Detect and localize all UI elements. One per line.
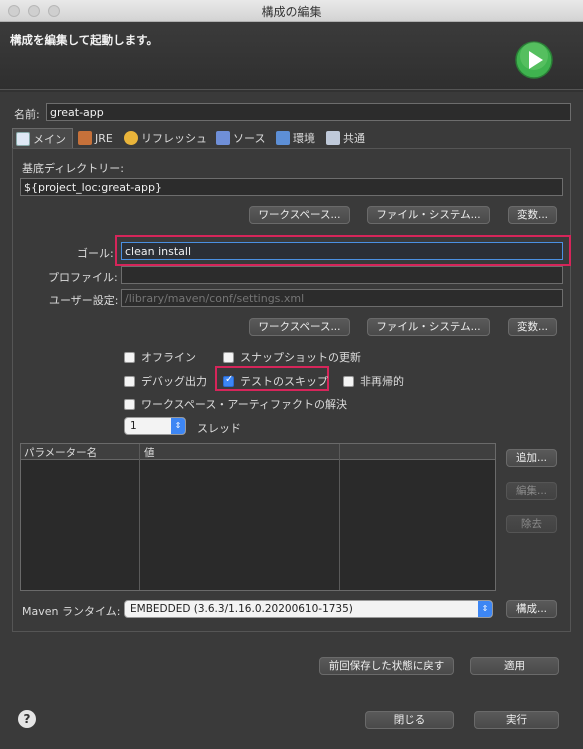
- close-button[interactable]: 閉じる: [365, 711, 454, 729]
- tab-label: メイン: [33, 132, 66, 146]
- base-dir-field[interactable]: [20, 178, 563, 196]
- remove-parameter-button[interactable]: 除去: [506, 515, 557, 533]
- settings-workspace-button[interactable]: ワークスペース...: [249, 318, 350, 336]
- tab-label: 環境: [293, 132, 315, 145]
- tab-label: JRE: [95, 131, 113, 145]
- help-icon[interactable]: ?: [18, 710, 36, 728]
- title-bar: 構成の編集: [0, 0, 583, 22]
- checkbox-box[interactable]: [124, 351, 135, 363]
- user-settings-field[interactable]: [121, 289, 563, 307]
- chevron-updown-icon: ⇕: [171, 418, 185, 434]
- checkbox-box[interactable]: [124, 398, 135, 410]
- common-icon: [326, 131, 340, 145]
- chevron-updown-icon: ⇕: [478, 601, 492, 617]
- debug-checkbox[interactable]: デバッグ出力: [124, 373, 207, 389]
- run-icon: [515, 41, 553, 79]
- base-workspace-button[interactable]: ワークスペース...: [249, 206, 350, 224]
- offline-checkbox[interactable]: オフライン: [124, 349, 196, 365]
- user-settings-label: ユーザー設定:: [49, 294, 119, 307]
- maven-runtime-label: Maven ランタイム:: [22, 605, 121, 618]
- jre-icon: [78, 131, 92, 145]
- checkbox-label: 非再帰的: [360, 375, 404, 388]
- banner-text: 構成を編集して起動します。: [10, 33, 159, 47]
- base-variables-button[interactable]: 変数...: [508, 206, 557, 224]
- profile-field[interactable]: [121, 266, 563, 284]
- tab-environment[interactable]: 環境: [276, 128, 315, 148]
- goal-label: ゴール:: [77, 247, 114, 260]
- settings-variables-button[interactable]: 変数...: [508, 318, 557, 336]
- settings-filesystem-button[interactable]: ファイル・システム...: [367, 318, 490, 336]
- main-tab-icon: [16, 131, 30, 146]
- checkbox-label: デバッグ出力: [141, 375, 207, 388]
- source-icon: [216, 131, 230, 145]
- base-dir-label: 基底ディレクトリー:: [22, 162, 124, 175]
- checkbox-label: テストのスキップ: [240, 375, 328, 388]
- threads-select[interactable]: 1 ⇕: [124, 417, 186, 435]
- revert-button[interactable]: 前回保存した状態に戻す: [319, 657, 454, 675]
- tab-strip: メイン JRE リフレッシュ ソース 環境 共通: [12, 128, 571, 148]
- checkbox-box[interactable]: [343, 375, 354, 387]
- name-label: 名前:: [14, 108, 40, 121]
- tab-refresh[interactable]: リフレッシュ: [124, 128, 207, 148]
- tab-main[interactable]: メイン: [12, 128, 73, 148]
- checkbox-label: スナップショットの更新: [240, 351, 361, 364]
- tab-source[interactable]: ソース: [216, 128, 265, 148]
- name-field[interactable]: [46, 103, 571, 121]
- column-header-value[interactable]: 値: [144, 445, 155, 460]
- environment-icon: [276, 131, 290, 145]
- parameters-table[interactable]: パラメーター名 値: [20, 443, 496, 591]
- base-filesystem-button[interactable]: ファイル・システム...: [367, 206, 490, 224]
- profile-label: プロファイル:: [48, 271, 118, 284]
- checkbox-box-checked[interactable]: [223, 374, 234, 387]
- non-recursive-checkbox[interactable]: 非再帰的: [343, 373, 404, 389]
- checkbox-label: ワークスペース・アーティファクトの解決: [141, 398, 348, 411]
- goal-field[interactable]: [121, 242, 563, 260]
- maven-runtime-value: EMBEDDED (3.6.3/1.16.0.20200610-1735): [130, 603, 353, 615]
- skip-tests-checkbox[interactable]: テストのスキップ: [223, 373, 328, 389]
- tab-common[interactable]: 共通: [326, 128, 365, 148]
- maven-runtime-select[interactable]: EMBEDDED (3.6.3/1.16.0.20200610-1735) ⇕: [124, 600, 493, 618]
- window-title: 構成の編集: [261, 5, 322, 19]
- refresh-icon: [124, 131, 138, 145]
- add-parameter-button[interactable]: 追加...: [506, 449, 557, 467]
- table-header: パラメーター名 値: [21, 444, 495, 460]
- edit-parameter-button[interactable]: 編集...: [506, 482, 557, 500]
- configure-runtime-button[interactable]: 構成...: [506, 600, 557, 618]
- tab-label: リフレッシュ: [141, 132, 207, 145]
- tab-jre[interactable]: JRE: [78, 128, 113, 148]
- resolve-workspace-checkbox[interactable]: ワークスペース・アーティファクトの解決: [124, 396, 347, 412]
- threads-label: スレッド: [197, 422, 241, 435]
- apply-button[interactable]: 適用: [470, 657, 559, 675]
- tab-label: ソース: [233, 132, 266, 145]
- run-button[interactable]: 実行: [474, 711, 559, 729]
- column-divider: [339, 444, 340, 590]
- threads-value: 1: [130, 420, 137, 432]
- update-snapshots-checkbox[interactable]: スナップショットの更新: [223, 349, 361, 365]
- header-banner: 構成を編集して起動します。: [0, 22, 583, 90]
- column-divider: [139, 444, 140, 590]
- checkbox-box[interactable]: [124, 375, 135, 387]
- checkbox-box[interactable]: [223, 351, 234, 363]
- checkbox-label: オフライン: [141, 351, 196, 364]
- column-header-name[interactable]: パラメーター名: [24, 445, 97, 460]
- tab-label: 共通: [343, 132, 365, 145]
